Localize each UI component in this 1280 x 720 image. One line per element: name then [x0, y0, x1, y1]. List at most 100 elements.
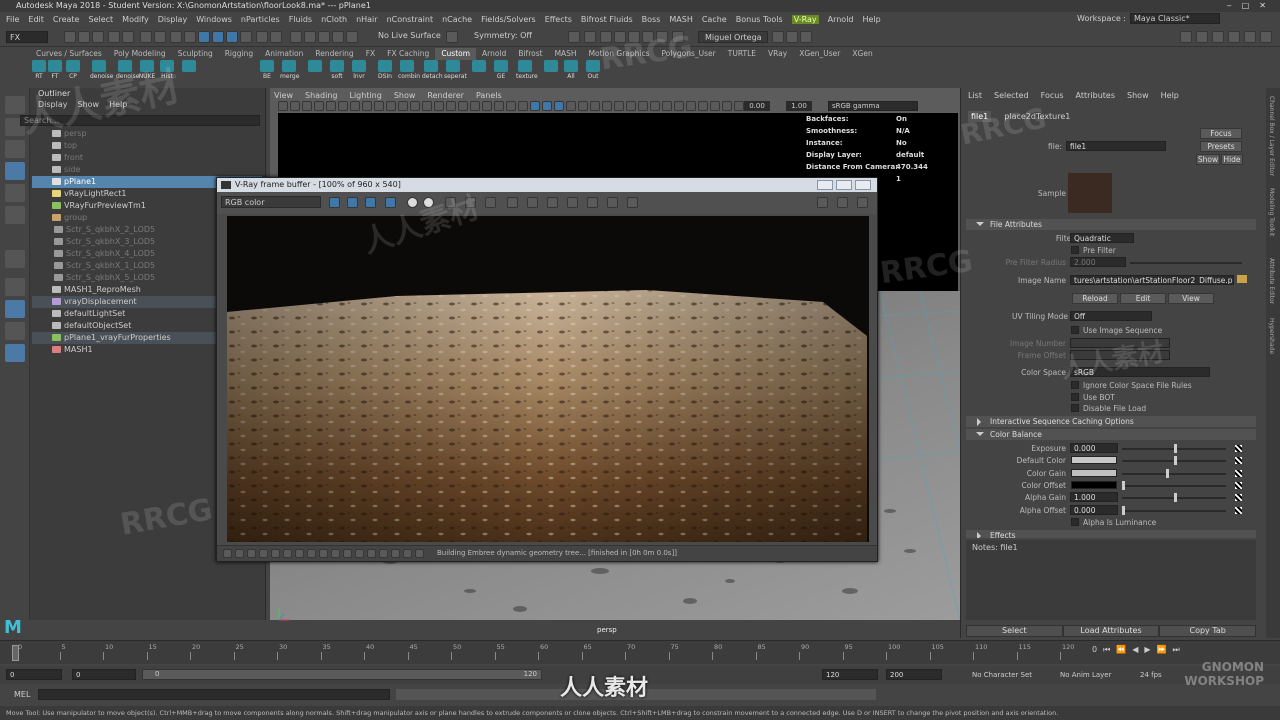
- vfb-tool-icon[interactable]: [817, 197, 828, 208]
- viewport-menu-renderer[interactable]: Renderer: [427, 91, 464, 100]
- viewport-tool-icon[interactable]: [374, 101, 384, 111]
- menu-nparticles[interactable]: nParticles: [241, 15, 280, 24]
- viewport-tool-icon[interactable]: [674, 101, 684, 111]
- map-button-icon[interactable]: [1235, 494, 1242, 502]
- vfb-tool-icon[interactable]: [587, 197, 598, 208]
- viewport-tool-icon[interactable]: [698, 101, 708, 111]
- viewport-tool-icon[interactable]: [554, 101, 564, 111]
- play-back-icon[interactable]: ◀: [1132, 645, 1138, 655]
- vfb-status-icon[interactable]: [403, 549, 412, 558]
- menu-effects[interactable]: Effects: [545, 15, 572, 24]
- viewport-tool-icon[interactable]: [362, 101, 372, 111]
- viewport-tool-icon[interactable]: [590, 101, 600, 111]
- current-frame-field[interactable]: 0: [1092, 645, 1097, 655]
- status-tool-icon[interactable]: [64, 31, 76, 43]
- shelf-tab-mash[interactable]: MASH: [549, 48, 583, 60]
- animation-start-field[interactable]: 0: [6, 669, 62, 680]
- symmetry-dropdown[interactable]: Symmetry: Off: [474, 31, 532, 40]
- outliner-item[interactable]: top: [32, 140, 262, 152]
- range-slider-bar[interactable]: 0 120: [142, 669, 542, 680]
- shelf-tab-arnold[interactable]: Arnold: [476, 48, 512, 60]
- status-tool-icon[interactable]: [1244, 31, 1256, 43]
- vfb-maximize-button[interactable]: [836, 180, 852, 190]
- shelf-button[interactable]: combin: [398, 60, 420, 80]
- section-file-attributes[interactable]: File Attributes: [966, 219, 1256, 230]
- viewport-tool-icon[interactable]: [710, 101, 720, 111]
- pre-filter-checkbox[interactable]: [1071, 246, 1079, 254]
- shelf-tab-rigging[interactable]: Rigging: [219, 48, 259, 60]
- vfb-render-image[interactable]: [227, 216, 869, 542]
- viewport-tool-icon[interactable]: [650, 101, 660, 111]
- viewport-menu-view[interactable]: View: [274, 91, 293, 100]
- menu-fluids[interactable]: Fluids: [289, 15, 312, 24]
- status-tool-icon[interactable]: [1228, 31, 1240, 43]
- playback-start-field[interactable]: 0: [72, 669, 136, 680]
- shelf-tab-xgen-user[interactable]: XGen_User: [793, 48, 846, 60]
- single-view-icon[interactable]: [5, 278, 25, 296]
- hide-button[interactable]: Hide: [1221, 154, 1243, 165]
- vfb-tool-icon[interactable]: [567, 197, 578, 208]
- viewport-menu-lighting[interactable]: Lighting: [349, 91, 381, 100]
- shelf-button[interactable]: All: [562, 60, 580, 80]
- menu-ncloth[interactable]: nCloth: [321, 15, 347, 24]
- status-tool-icon[interactable]: [198, 31, 210, 43]
- shelf-button[interactable]: [470, 60, 488, 73]
- color-balance-slider-knob[interactable]: [1174, 493, 1177, 503]
- status-tool-icon[interactable]: [1196, 31, 1208, 43]
- vfb-tool-icon[interactable]: [607, 197, 618, 208]
- viewport-tool-icon[interactable]: [686, 101, 696, 111]
- viewport-tool-icon[interactable]: [434, 101, 444, 111]
- ae-menu-list[interactable]: List: [968, 91, 982, 100]
- menu-file[interactable]: File: [6, 15, 19, 24]
- use-bot-checkbox[interactable]: [1071, 393, 1079, 401]
- status-tool-icon[interactable]: [446, 31, 458, 43]
- animation-end-field[interactable]: 200: [886, 669, 942, 680]
- outliner-item[interactable]: side: [32, 164, 262, 176]
- ae-menu-help[interactable]: Help: [1161, 91, 1179, 100]
- menu-edit[interactable]: Edit: [28, 15, 44, 24]
- viewport-tool-icon[interactable]: [506, 101, 516, 111]
- vfb-tool-icon[interactable]: [507, 197, 518, 208]
- shelf-tab-fx[interactable]: FX: [360, 48, 381, 60]
- shelf-tab-vray[interactable]: VRay: [762, 48, 793, 60]
- viewport-tool-icon[interactable]: [338, 101, 348, 111]
- status-tool-icon[interactable]: [786, 31, 798, 43]
- menu-select[interactable]: Select: [88, 15, 113, 24]
- shelf-tab-animation[interactable]: Animation: [259, 48, 309, 60]
- viewport-exposure-field[interactable]: 0.00: [744, 101, 770, 111]
- vfb-status-icon[interactable]: [355, 549, 364, 558]
- character-set-dropdown[interactable]: No Character Set: [972, 671, 1032, 679]
- ae-menu-selected[interactable]: Selected: [994, 91, 1029, 100]
- viewport-menu-shading[interactable]: Shading: [305, 91, 338, 100]
- vfb-status-icon[interactable]: [295, 549, 304, 558]
- map-button-icon[interactable]: [1235, 469, 1242, 477]
- alpha-is-luminance-checkbox[interactable]: [1071, 518, 1079, 526]
- folder-icon[interactable]: [1237, 275, 1247, 283]
- viewport-tool-icon[interactable]: [326, 101, 336, 111]
- status-tool-icon[interactable]: [270, 31, 282, 43]
- color-balance-slider-knob[interactable]: [1122, 505, 1125, 515]
- ae-select-button[interactable]: Select: [966, 625, 1063, 637]
- outliner-layout-icon[interactable]: [5, 344, 25, 362]
- vfb-status-icon[interactable]: [343, 549, 352, 558]
- use-image-sequence-checkbox[interactable]: [1071, 326, 1079, 334]
- menu-mash[interactable]: MASH: [669, 15, 692, 24]
- playback-end-field[interactable]: 120: [822, 669, 878, 680]
- viewport-tool-icon[interactable]: [602, 101, 612, 111]
- status-tool-icon[interactable]: [332, 31, 344, 43]
- viewport-tool-icon[interactable]: [578, 101, 588, 111]
- color-balance-swatch[interactable]: [1071, 456, 1117, 465]
- four-view-icon[interactable]: [5, 300, 25, 318]
- viewport-tool-icon[interactable]: [722, 101, 732, 111]
- side-tab-hypershade[interactable]: Hypershade: [1268, 318, 1275, 354]
- shelf-button[interactable]: seperat: [444, 60, 467, 80]
- map-button-icon[interactable]: [1235, 506, 1242, 514]
- shelf-button[interactable]: [180, 60, 198, 73]
- status-tool-icon[interactable]: [1180, 31, 1192, 43]
- file-name-field[interactable]: file1: [1066, 141, 1166, 151]
- color-balance-field[interactable]: 0.000: [1070, 443, 1118, 453]
- status-tool-icon[interactable]: [122, 31, 134, 43]
- color-balance-slider-knob[interactable]: [1166, 468, 1169, 478]
- shelf-tab-turtle[interactable]: TURTLE: [722, 48, 762, 60]
- side-tab-channel-box[interactable]: Channel Box / Layer Editor: [1268, 96, 1275, 176]
